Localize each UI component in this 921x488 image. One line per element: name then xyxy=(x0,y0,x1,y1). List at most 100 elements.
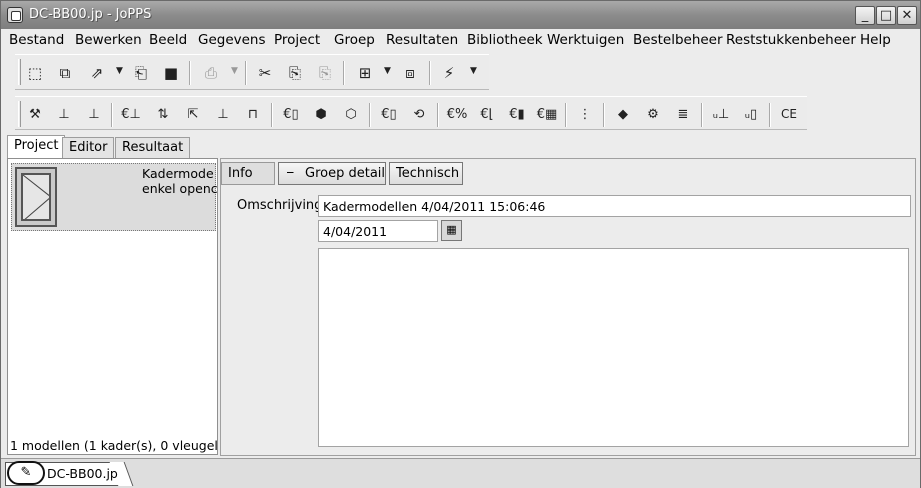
mount-icon[interactable]: ⊥ xyxy=(211,102,235,126)
calendar-icon[interactable]: ▦ xyxy=(441,220,462,241)
paperclip-icon: ⎯ xyxy=(287,165,294,180)
model-list-panel: Kadermode enkel openc xyxy=(7,158,218,455)
document-tab-strip xyxy=(1,458,920,488)
tab-technisch[interactable]: Technisch xyxy=(389,162,463,185)
toolbar-separator xyxy=(769,103,771,127)
print-dropdown-icon[interactable]: ▼ xyxy=(231,66,238,76)
close-button[interactable]: ✕ xyxy=(897,6,917,25)
price-table-icon[interactable]: €▦ xyxy=(535,102,559,126)
menu-groep[interactable]: Groep xyxy=(334,32,375,48)
menu-beeld[interactable]: Beeld xyxy=(149,32,187,48)
menu-reststukkenbeheer[interactable]: Reststukkenbeheer xyxy=(726,32,856,48)
discount-icon[interactable]: €% xyxy=(445,102,469,126)
menu-help[interactable]: Help xyxy=(860,32,891,48)
profile-stack-icon[interactable]: ⊥ xyxy=(52,102,76,126)
window-frame-icon xyxy=(21,173,51,221)
toolbar-separator xyxy=(271,103,273,127)
list-item[interactable]: Kadermode enkel openc xyxy=(11,163,217,231)
accessory-price-icon[interactable]: €▯ xyxy=(279,102,303,126)
cube-icon[interactable]: ⬢ xyxy=(309,102,333,126)
cut-icon[interactable]: ✂ xyxy=(253,61,277,85)
model-count-status: 1 modellen (1 kader(s), 0 vleugel(s xyxy=(10,438,218,453)
cubes-icon[interactable]: ⬡ xyxy=(339,102,363,126)
windows-icon[interactable]: ⧈ xyxy=(398,61,422,85)
print-icon[interactable]: ⎙ xyxy=(199,61,223,85)
menu-gegevens[interactable]: Gegevens xyxy=(198,32,266,48)
resize-icon[interactable]: ⇱ xyxy=(181,102,205,126)
grid-select-icon[interactable]: ⊞ xyxy=(353,61,377,85)
toolbar-grip[interactable] xyxy=(18,101,21,127)
omschrijving-field[interactable]: Kadermodellen 4/04/2011 15:06:46 xyxy=(318,195,911,217)
gear-icon[interactable]: ⚙ xyxy=(641,102,665,126)
omschrijving-label: Omschrijving xyxy=(237,198,323,213)
date-field[interactable]: 4/04/2011 xyxy=(318,220,438,242)
grid-dropdown-icon[interactable]: ▼ xyxy=(384,66,391,76)
tab-resultaat[interactable]: Resultaat xyxy=(115,137,191,158)
new-icon[interactable]: ⬚ xyxy=(23,61,47,85)
tab-info[interactable]: Info xyxy=(221,162,275,185)
toolbar-separator xyxy=(603,103,605,127)
insert-icon[interactable]: ⎗ xyxy=(129,61,153,85)
price-bar-chart-icon[interactable]: €▮ xyxy=(505,102,529,126)
menu-bibliotheek[interactable]: Bibliotheek xyxy=(467,32,543,48)
rotate-icon[interactable]: ⟲ xyxy=(407,102,431,126)
toolbar-separator xyxy=(701,103,703,127)
menu-bar: Bestand Bewerken Beeld Gegevens Project … xyxy=(1,29,920,51)
paste-icon[interactable]: ⎘ xyxy=(283,61,307,85)
title-bar: DC-BB00.jp - JoPPS _ □ ✕ xyxy=(1,1,920,29)
toolbar-separator xyxy=(369,103,371,127)
pencil-icon: ✎ xyxy=(7,461,45,485)
app-icon[interactable] xyxy=(7,7,23,23)
copy-document-icon[interactable]: ⧉ xyxy=(53,61,77,85)
bracket-icon[interactable]: ⊓ xyxy=(241,102,265,126)
menu-bewerken[interactable]: Bewerken xyxy=(75,32,142,48)
maximize-button[interactable]: □ xyxy=(876,6,896,25)
paste-special-icon[interactable]: ⎘ xyxy=(313,61,337,85)
u-glass-icon[interactable]: ᵤ▯ xyxy=(739,102,763,126)
menu-bestand[interactable]: Bestand xyxy=(9,32,64,48)
lightning-dropdown-icon[interactable]: ▼ xyxy=(470,66,477,76)
diamond-icon[interactable]: ◆ xyxy=(611,102,635,126)
toolbar-separator xyxy=(429,61,431,85)
toolbar-separator xyxy=(189,61,191,85)
menu-resultaten[interactable]: Resultaten xyxy=(386,32,458,48)
model-type: enkel openc xyxy=(142,181,217,196)
app-window: DC-BB00.jp - JoPPS _ □ ✕ Bestand Bewerke… xyxy=(0,0,921,488)
lightning-icon[interactable]: ⚡ xyxy=(437,61,461,85)
model-description: Kadermode enkel openc xyxy=(142,166,217,196)
model-name: Kadermode xyxy=(142,166,214,181)
toolbar-separator xyxy=(111,103,113,127)
document-tab-label: DC-BB00.jp xyxy=(47,466,118,481)
list-icon[interactable]: ⋮ xyxy=(573,102,597,126)
minimize-button[interactable]: _ xyxy=(855,6,875,25)
window-title: DC-BB00.jp - JoPPS xyxy=(29,7,152,22)
tab-editor[interactable]: Editor xyxy=(62,137,115,158)
ce-mark-icon[interactable]: CE xyxy=(777,102,801,126)
toolbar-separator xyxy=(565,103,567,127)
notes-textarea[interactable] xyxy=(318,248,909,447)
toolbar-separator xyxy=(245,61,247,85)
menu-project[interactable]: Project xyxy=(274,32,320,48)
toolbar-separator xyxy=(437,103,439,127)
project-toolbar: ⚒ ⊥ ⊥ €⊥ ⇅ ⇱ ⊥ ⊓ €▯ ⬢ ⬡ €▯ ⟲ €% €⌊ €▮ €▦… xyxy=(15,96,807,130)
u-profile-icon[interactable]: ᵤ⊥ xyxy=(709,102,733,126)
glass-price-icon[interactable]: €▯ xyxy=(377,102,401,126)
save-icon[interactable]: ■ xyxy=(159,61,183,85)
tab-project[interactable]: Project xyxy=(7,135,66,159)
profile-icon[interactable]: ⊥ xyxy=(82,102,106,126)
toolbar-grip[interactable] xyxy=(18,59,21,85)
profile-price-icon[interactable]: €⊥ xyxy=(119,102,143,126)
dimension-icon[interactable]: ⇅ xyxy=(151,102,175,126)
price-graph-icon[interactable]: €⌊ xyxy=(475,102,499,126)
tab-groep-detail[interactable]: ⎯ Groep detail xyxy=(278,162,386,185)
tools-icon[interactable]: ⚒ xyxy=(23,102,47,126)
stack-icon[interactable]: ≣ xyxy=(671,102,695,126)
tab-groep-detail-label: Groep detail xyxy=(305,166,386,181)
open-dropdown-icon[interactable]: ▼ xyxy=(116,66,123,76)
toolbar-separator xyxy=(343,61,345,85)
standard-toolbar: ⬚ ⧉ ⇗ ▼ ⎗ ■ ⎙ ▼ ✂ ⎘ ⎘ ⊞ ▼ ⧈ ⚡ ▼ xyxy=(15,54,489,90)
menu-bestelbeheer[interactable]: Bestelbeheer xyxy=(633,32,723,48)
open-icon[interactable]: ⇗ xyxy=(85,61,109,85)
frame-thumbnail xyxy=(15,167,57,227)
menu-werktuigen[interactable]: Werktuigen xyxy=(547,32,624,48)
